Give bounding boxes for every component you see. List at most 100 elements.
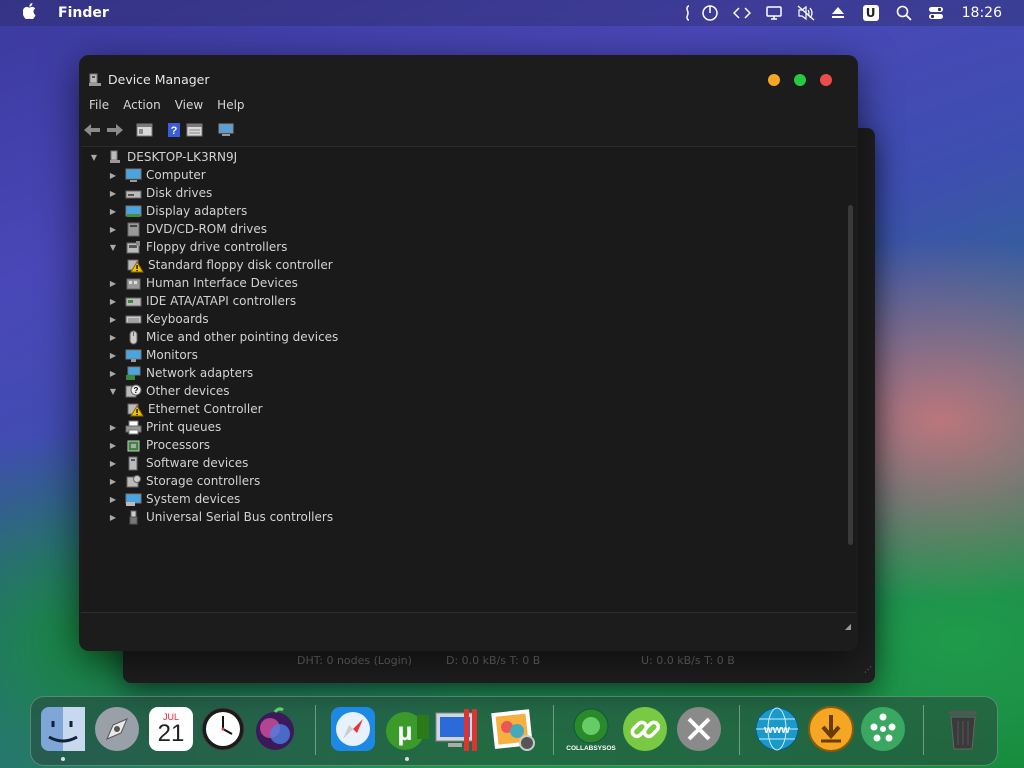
siri-icon[interactable]	[249, 703, 301, 755]
launchpad-icon[interactable]	[91, 703, 143, 755]
close-button[interactable]	[820, 74, 832, 86]
finder-running-dot	[61, 757, 65, 761]
tree-item[interactable]: ▶ Print queues	[108, 418, 221, 436]
tree-item[interactable]: ▶ Computer	[108, 166, 206, 184]
tree-item[interactable]: ▶ Processors	[108, 436, 210, 454]
expand-arrow-icon[interactable]: ▶	[108, 422, 118, 432]
code-icon[interactable]	[732, 4, 751, 22]
clock-icon[interactable]	[197, 703, 249, 755]
link-icon[interactable]	[619, 703, 671, 755]
expand-arrow-icon[interactable]: ▶	[108, 368, 118, 378]
www-icon[interactable]: www	[751, 703, 803, 755]
tree-item[interactable]: Ethernet Controller	[127, 400, 263, 418]
tree-item[interactable]: ▶ Display adapters	[108, 202, 247, 220]
tree-item[interactable]: Standard floppy disk controller	[127, 256, 333, 274]
tree-item-label: Disk drives	[146, 186, 213, 200]
expand-arrow-icon[interactable]: ▶	[108, 512, 118, 522]
tree-item[interactable]: ▶ System devices	[108, 490, 240, 508]
apple-icon[interactable]	[22, 3, 38, 23]
tree-item-label: Universal Serial Bus controllers	[146, 510, 334, 524]
safari-icon[interactable]	[327, 703, 379, 755]
trash-icon[interactable]	[937, 703, 989, 755]
expand-arrow-icon[interactable]: ▶	[108, 332, 118, 342]
tree-item[interactable]: ▶ Storage controllers	[108, 472, 260, 490]
device-tree-panel[interactable]: ▼ DESKTOP-LK3RN9J ▶ Computer ▶ Disk drives ▶…	[81, 146, 856, 613]
tree-item[interactable]: ▶ Monitors	[108, 346, 198, 364]
parallels-icon[interactable]	[433, 703, 485, 755]
menu-action[interactable]: Action	[123, 98, 161, 116]
script-icon[interactable]	[682, 4, 700, 22]
tree-item[interactable]: ▶ Mice and other pointing devices	[108, 328, 338, 346]
tree-item[interactable]: ▶ Software devices	[108, 454, 248, 472]
tree-item[interactable]: ▶ DVD/CD-ROM drives	[108, 220, 267, 238]
network-people-icon[interactable]	[857, 703, 909, 755]
tree-item[interactable]: ▶ Network adapters	[108, 364, 253, 382]
tree-item[interactable]: ▼? Other devices	[108, 382, 230, 400]
collabsysos-icon[interactable]: COLLABSYSOS	[565, 703, 617, 755]
tree-item-label: Ethernet Controller	[148, 402, 263, 416]
finder-icon[interactable]	[37, 703, 89, 761]
menu-help[interactable]: Help	[217, 98, 244, 116]
control-center-icon[interactable]	[927, 4, 945, 22]
tree-item[interactable]: ▶ Disk drives	[108, 184, 212, 202]
expand-arrow-icon[interactable]: ▶	[108, 350, 118, 360]
search-icon[interactable]	[895, 4, 913, 22]
properties-icon[interactable]	[136, 121, 153, 139]
tree-item[interactable]: ▼ Floppy drive controllers	[108, 238, 288, 256]
expand-arrow-icon[interactable]: ▶	[108, 296, 118, 306]
expand-arrow-icon[interactable]: ▶	[108, 458, 118, 468]
tree-item-label: Other devices	[146, 384, 230, 398]
tools-icon[interactable]	[673, 703, 725, 755]
tree-item-label: Keyboards	[146, 312, 209, 326]
monitor-icon[interactable]	[217, 121, 235, 139]
tree-item-label: Monitors	[146, 348, 198, 362]
download-icon[interactable]	[805, 703, 857, 755]
expand-arrow-icon[interactable]: ▶	[108, 314, 118, 324]
expand-arrow-icon[interactable]: ▼	[89, 152, 99, 162]
menu-file[interactable]: File	[89, 98, 109, 116]
calendar-day: 21	[157, 720, 185, 747]
expand-arrow-icon[interactable]: ▶	[108, 170, 118, 180]
u-icon[interactable]: U	[862, 5, 879, 21]
display-icon[interactable]	[765, 4, 783, 22]
computer-icon	[125, 168, 142, 183]
collapse-arrow-icon[interactable]: ▼	[108, 242, 118, 252]
monitor-icon	[125, 348, 142, 363]
expand-arrow-icon[interactable]: ▶	[108, 278, 118, 288]
tree-root[interactable]: ▼ DESKTOP-LK3RN9J	[89, 148, 237, 166]
tree-item[interactable]: ▶ Human Interface Devices	[108, 274, 298, 292]
tree-item[interactable]: ▶ IDE ATA/ATAPI controllers	[108, 292, 296, 310]
mute-icon[interactable]	[797, 4, 815, 22]
forward-arrow-icon[interactable]	[106, 121, 124, 139]
title-bar[interactable]: Device Manager	[79, 55, 858, 101]
collapse-arrow-icon[interactable]: ▼	[108, 386, 118, 396]
expand-arrow-icon[interactable]: ▶	[108, 494, 118, 504]
vertical-scrollbar[interactable]	[848, 205, 853, 545]
mouse-icon	[125, 330, 142, 345]
expand-arrow-icon[interactable]: ▶	[108, 440, 118, 450]
app-name[interactable]: Finder	[58, 5, 109, 21]
resize-grip-icon[interactable]: ⋰	[864, 665, 872, 674]
power-icon[interactable]	[701, 4, 719, 22]
tree-item[interactable]: ▶ Keyboards	[108, 310, 209, 328]
maximize-button[interactable]	[794, 74, 806, 86]
view-icon[interactable]	[186, 121, 203, 139]
menubar-clock[interactable]: 18:26	[962, 5, 1002, 21]
svg-text:www: www	[763, 724, 790, 736]
eject-icon[interactable]	[829, 4, 847, 22]
expand-arrow-icon[interactable]: ▶	[108, 224, 118, 234]
resize-grip-icon[interactable]: ◢	[845, 622, 851, 631]
minimize-button[interactable]	[768, 74, 780, 86]
back-arrow-icon[interactable]	[83, 121, 101, 139]
utorrent-icon[interactable]: µ	[381, 703, 433, 761]
computer-root-icon	[106, 150, 123, 165]
expand-arrow-icon[interactable]: ▶	[108, 476, 118, 486]
expand-arrow-icon[interactable]: ▶	[108, 188, 118, 198]
preview-icon[interactable]	[487, 703, 539, 755]
svg-text:?: ?	[134, 386, 139, 395]
expand-arrow-icon[interactable]: ▶	[108, 206, 118, 216]
menu-view[interactable]: View	[175, 98, 203, 116]
tree-item[interactable]: ▶ Universal Serial Bus controllers	[108, 508, 333, 526]
help-icon[interactable]: ?	[167, 121, 181, 139]
calendar-icon[interactable]: JUL 21	[145, 703, 197, 755]
